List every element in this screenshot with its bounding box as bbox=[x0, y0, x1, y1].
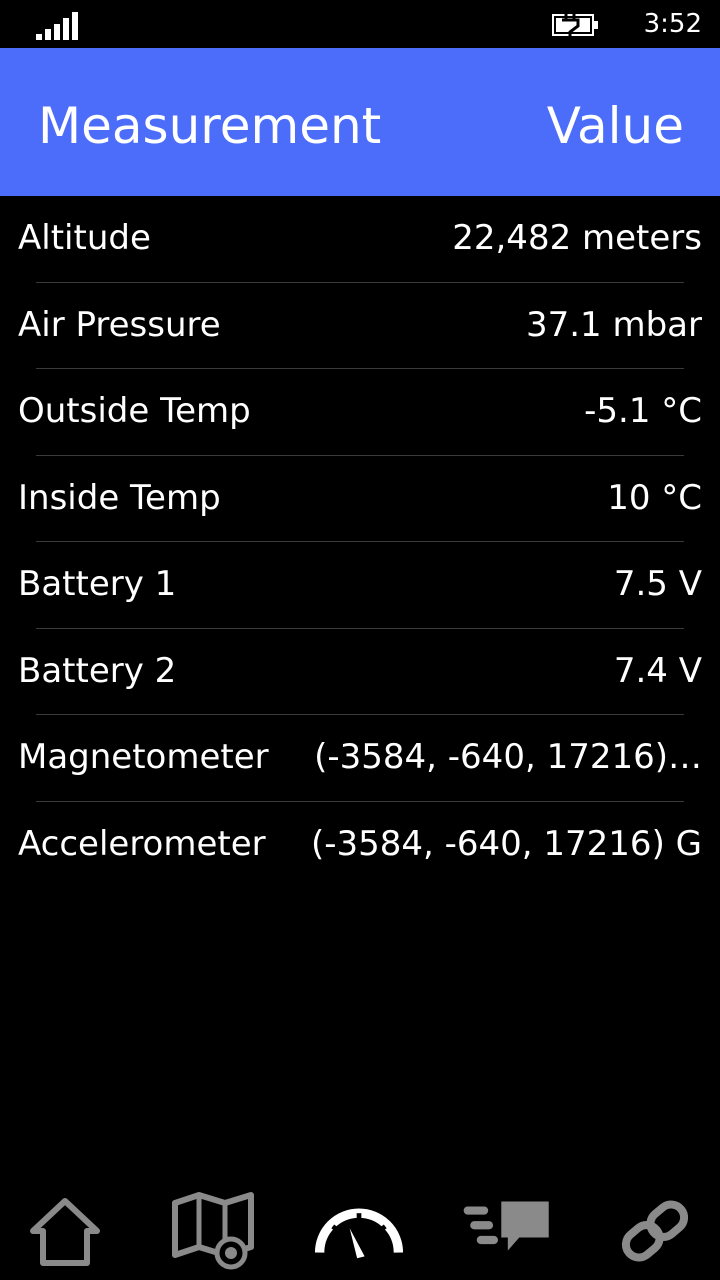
row-value: (-3584, -640, 17216) G bbox=[310, 823, 702, 864]
nav-home-button[interactable] bbox=[20, 1186, 110, 1276]
gauge-icon bbox=[314, 1208, 404, 1259]
map-icon bbox=[172, 1192, 254, 1270]
home-icon bbox=[30, 1198, 100, 1266]
status-bar: 3:52 bbox=[0, 0, 720, 48]
row-value: 7.4 V bbox=[613, 650, 702, 691]
row-label: Altitude bbox=[18, 218, 151, 258]
signal-bars-icon bbox=[36, 12, 78, 40]
table-row-battery-1: Battery 1 7.5 V bbox=[0, 542, 720, 629]
nav-link-button[interactable] bbox=[610, 1186, 700, 1276]
table-header: Measurement Value bbox=[0, 48, 720, 196]
measurement-column-header: Measurement bbox=[38, 97, 382, 155]
nav-map-button[interactable] bbox=[168, 1186, 258, 1276]
row-label: Inside Temp bbox=[18, 477, 221, 518]
row-label: Air Pressure bbox=[18, 304, 221, 345]
measurement-table: Altitude 22,482 meters Air Pressure 37.1… bbox=[0, 196, 720, 888]
table-row-altitude: Altitude 22,482 meters bbox=[0, 196, 720, 283]
row-value: 37.1 mbar bbox=[525, 304, 702, 345]
row-label: Magnetometer bbox=[18, 737, 269, 777]
row-value: 7.5 V bbox=[613, 564, 702, 604]
row-value: (-3584, -640, 17216)… bbox=[314, 737, 702, 777]
table-row-outside-temp: Outside Temp -5.1 °C bbox=[0, 369, 720, 456]
table-row-air-pressure: Air Pressure 37.1 mbar bbox=[0, 283, 720, 369]
row-label: Battery 2 bbox=[18, 650, 177, 691]
battery-charging-icon bbox=[552, 12, 598, 38]
messages-icon bbox=[463, 1201, 549, 1251]
row-label: Outside Temp bbox=[18, 391, 251, 431]
value-column-header: Value bbox=[546, 97, 684, 155]
status-clock: 3:52 bbox=[643, 9, 702, 39]
row-value: 22,482 meters bbox=[452, 218, 702, 258]
table-row-magnetometer: Magnetometer (-3584, -640, 17216)… bbox=[0, 715, 720, 802]
row-label: Accelerometer bbox=[18, 823, 266, 864]
nav-messages-button[interactable] bbox=[462, 1186, 552, 1276]
row-value: -5.1 °C bbox=[584, 391, 702, 431]
row-value: 10 °C bbox=[607, 477, 702, 518]
row-label: Battery 1 bbox=[18, 564, 177, 604]
nav-gauge-button[interactable] bbox=[314, 1186, 404, 1276]
link-icon bbox=[621, 1200, 689, 1262]
table-row-battery-2: Battery 2 7.4 V bbox=[0, 629, 720, 715]
bottom-nav bbox=[0, 1180, 720, 1280]
table-row-accelerometer: Accelerometer (-3584, -640, 17216) G bbox=[0, 802, 720, 889]
table-row-inside-temp: Inside Temp 10 °C bbox=[0, 456, 720, 542]
